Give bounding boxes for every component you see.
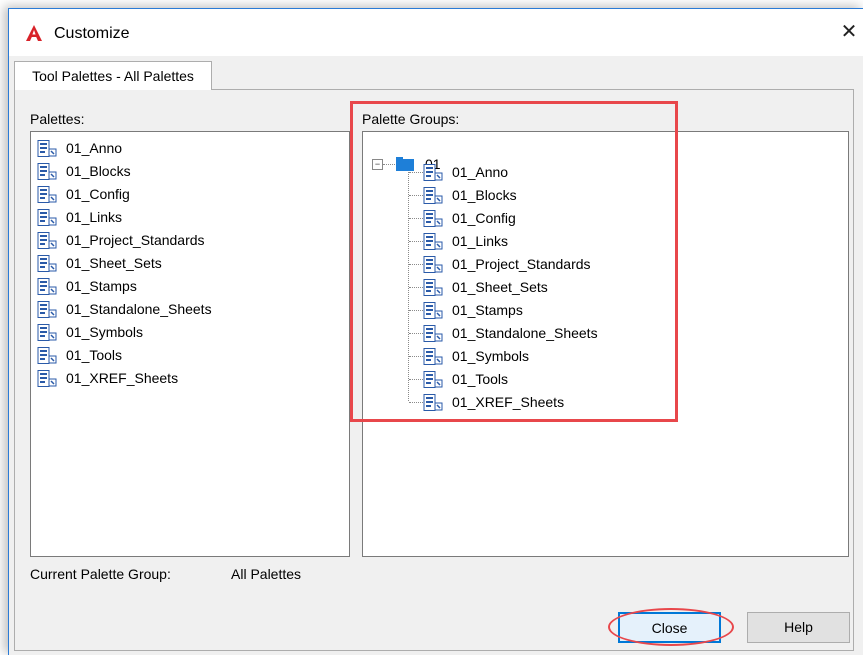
annotation-highlight-box	[350, 101, 678, 422]
palette-item-label: 01_Blocks	[66, 163, 131, 179]
tool-palette-icon	[37, 209, 57, 226]
window-title: Customize	[54, 25, 130, 42]
palette-item-label: 01_Tools	[66, 347, 123, 363]
palette-item-label: 01_XREF_Sheets	[66, 370, 179, 386]
palette-item-label: 01_Symbols	[66, 324, 144, 340]
current-group-value: All Palettes	[231, 566, 302, 582]
palette-item-label: 01_Project_Standards	[66, 232, 205, 248]
current-group-label: Current Palette Group:	[30, 566, 171, 582]
tool-palette-icon	[37, 278, 57, 295]
title-bar: Customize ✕	[9, 9, 863, 56]
palette-item-label: 01_Sheet_Sets	[66, 255, 162, 271]
palette-item-label: 01_Links	[66, 209, 123, 225]
palette-item-label: 01_Anno	[66, 140, 123, 156]
autocad-logo-icon	[26, 25, 42, 41]
palette-item-label: 01_Standalone_Sheets	[66, 301, 212, 317]
palettes-label: Palettes:	[30, 111, 85, 127]
palette-item-label: 01_Config	[66, 186, 130, 202]
tool-palette-icon	[37, 186, 57, 203]
tool-palette-icon	[37, 163, 57, 180]
palettes-listbox[interactable]: 01_Anno 01_Blocks 01_Config 01_Links 01_Proj…	[30, 131, 350, 557]
tool-palette-icon	[37, 301, 57, 318]
tab-tool-palettes[interactable]: Tool Palettes - All Palettes	[14, 61, 212, 90]
palette-item-label: 01_Stamps	[66, 278, 137, 294]
annotation-oval	[608, 608, 734, 646]
close-window-icon[interactable]: ✕	[834, 16, 863, 48]
tool-palette-icon	[37, 347, 57, 364]
tool-palette-icon	[37, 324, 57, 341]
help-button[interactable]: Help	[747, 612, 850, 643]
tool-palette-icon	[37, 232, 57, 249]
tool-palette-icon	[37, 140, 57, 157]
tool-palette-icon	[37, 370, 57, 387]
tool-palette-icon	[37, 255, 57, 272]
